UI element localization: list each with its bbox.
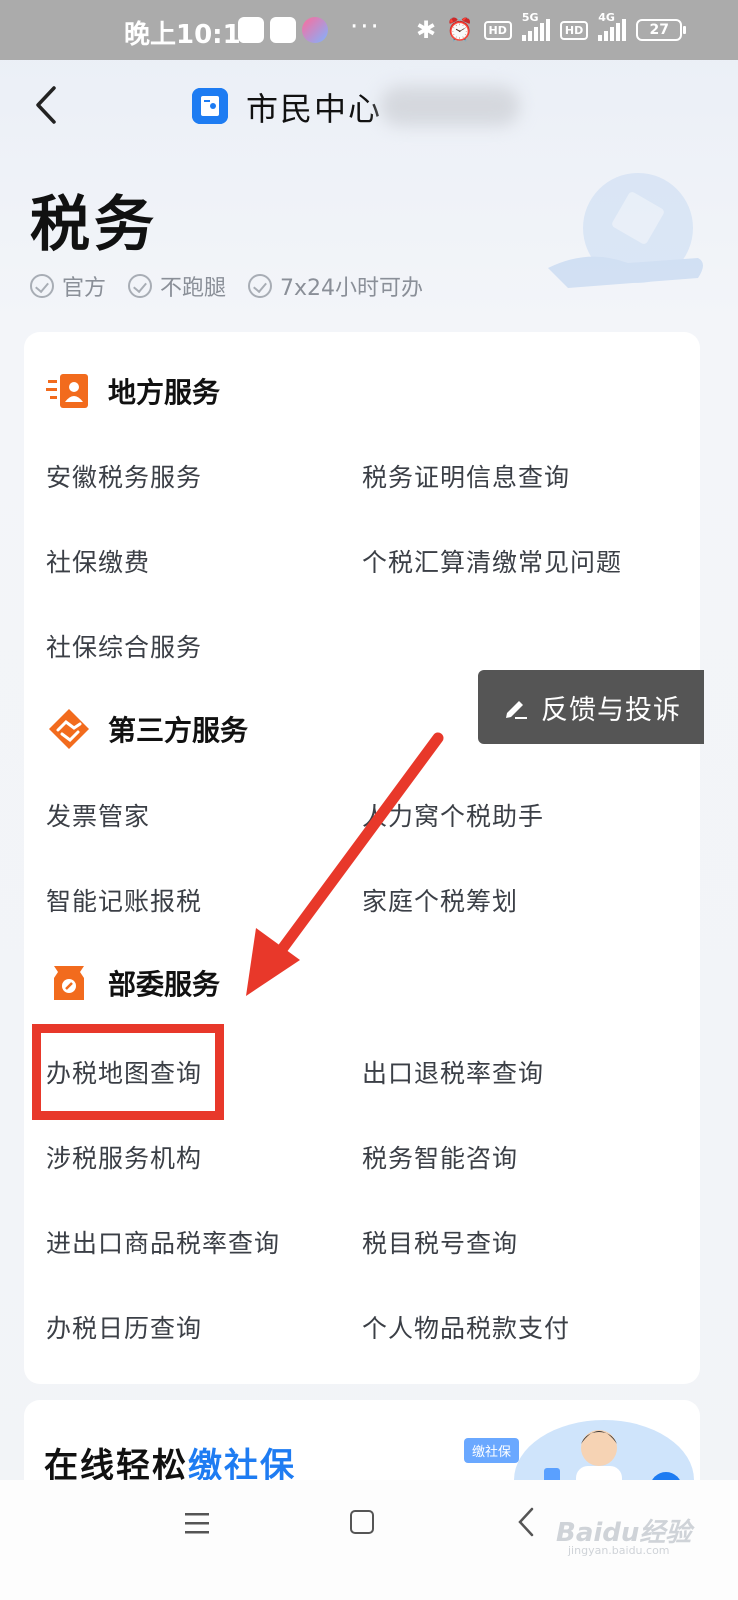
service-item-tax-certificate[interactable]: 税务证明信息查询 (362, 458, 570, 494)
status-icons: ✱ ⏰ HD 5G HD 4G 27 (416, 11, 687, 44)
tag-24h: 7x24小时可办 (248, 270, 423, 302)
service-card: 地方服务 安徽税务服务 税务证明信息查询 社保缴费 个税汇算清缴常见问题 社保综… (24, 332, 700, 1384)
section-third-party: 第三方服务 (46, 706, 248, 752)
service-item-renliwo-tax[interactable]: 人力窝个税助手 (362, 797, 544, 833)
blurred-region (380, 86, 520, 126)
service-item-smart-bookkeeping[interactable]: 智能记账报税 (46, 882, 202, 918)
service-item-social-security-pay[interactable]: 社保缴费 (46, 543, 150, 579)
page-title: 税务 (30, 190, 158, 260)
home-icon[interactable] (350, 1510, 374, 1534)
section-title: 部委服务 (108, 968, 221, 1001)
service-tags: 官方 不跑腿 7x24小时可办 (30, 270, 423, 302)
signal-4g-icon: 4G (598, 11, 627, 41)
highlight-box (32, 1024, 224, 1120)
service-item-anhui-tax[interactable]: 安徽税务服务 (46, 458, 202, 494)
hd-icon-2: HD (559, 20, 589, 40)
status-bar: 晚上10:12 ··· ✱ ⏰ HD 5G HD 4G 27 (0, 0, 738, 60)
hand-document-illustration (548, 173, 703, 288)
service-item-personal-goods-tax[interactable]: 个人物品税款支付 (362, 1309, 570, 1345)
section-title: 第三方服务 (108, 714, 249, 747)
app-notification-icon (238, 17, 264, 43)
watermark-sub: jingyan.baidu.com (568, 1544, 670, 1557)
back-arrow-icon[interactable] (28, 80, 68, 130)
bluetooth-icon: ✱ (416, 16, 437, 44)
signal-5g-icon: 5G (521, 11, 550, 41)
game-notification-icon (302, 17, 328, 43)
service-item-export-rebate[interactable]: 出口退税率查询 (362, 1054, 544, 1090)
tag-no-errand: 不跑腿 (128, 270, 226, 302)
back-icon[interactable] (516, 1506, 536, 1538)
local-service-icon (46, 374, 88, 408)
top-nav: 市民中心 (0, 60, 738, 150)
play-notification-icon (270, 17, 296, 43)
ministry-service-icon (54, 966, 84, 1000)
service-item-tax-agencies[interactable]: 涉税服务机构 (46, 1139, 202, 1175)
feedback-button[interactable]: 反馈与投诉 (478, 670, 704, 744)
check-circle-icon (248, 274, 273, 298)
service-item-tax-code[interactable]: 税目税号查询 (362, 1224, 518, 1260)
service-item-social-security-service[interactable]: 社保综合服务 (46, 628, 202, 664)
service-item-invoice-manager[interactable]: 发票管家 (46, 797, 150, 833)
citizen-center-icon (192, 88, 228, 124)
system-nav-bar: Baidu经验 jingyan.baidu.com (0, 1480, 738, 1600)
alarm-icon: ⏰ (446, 17, 474, 43)
battery-icon: 27 (636, 19, 687, 41)
section-title: 地方服务 (108, 376, 221, 409)
service-item-tax-ai-consult[interactable]: 税务智能咨询 (362, 1139, 518, 1175)
feedback-label: 反馈与投诉 (541, 694, 681, 726)
menu-icon[interactable] (184, 1510, 210, 1536)
nav-title: 市民中心 (246, 90, 383, 128)
edit-icon (506, 701, 527, 719)
service-item-family-tax-plan[interactable]: 家庭个税筹划 (362, 882, 518, 918)
handshake-icon (49, 709, 89, 749)
service-item-tax-calendar[interactable]: 办税日历查询 (46, 1309, 202, 1345)
hd-icon: HD (483, 20, 512, 40)
more-notifications-icon: ··· (350, 12, 381, 42)
promo-badge: 缴社保 (464, 1438, 520, 1463)
check-circle-icon (30, 274, 54, 298)
section-ministry: 部委服务 (46, 960, 220, 1006)
check-circle-icon (128, 274, 153, 298)
service-item-import-export-rate[interactable]: 进出口商品税率查询 (46, 1224, 280, 1260)
tag-official: 官方 (30, 270, 106, 302)
service-item-tax-faq[interactable]: 个税汇算清缴常见问题 (362, 543, 622, 579)
section-local-service: 地方服务 (46, 368, 220, 414)
